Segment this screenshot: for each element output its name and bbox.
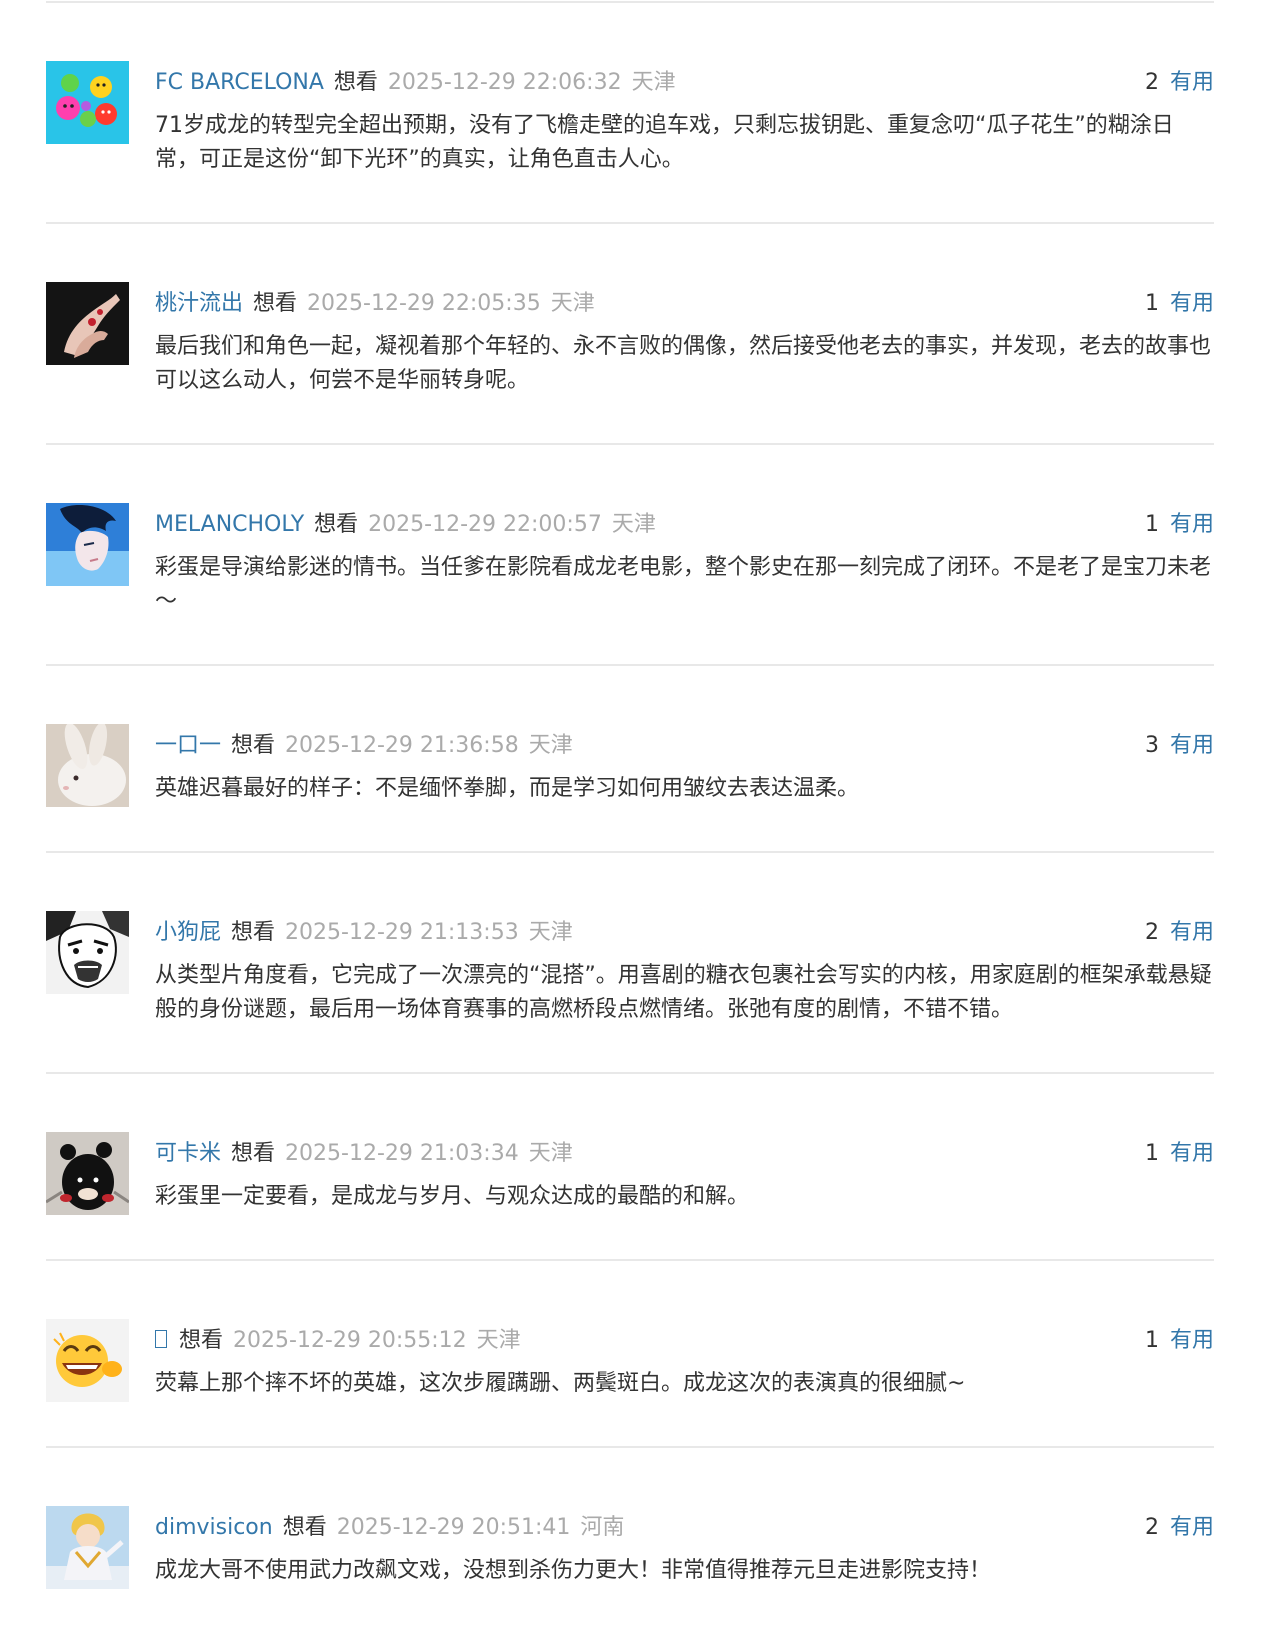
rating-label: 想看	[333, 70, 378, 95]
comment-location: 天津	[528, 1141, 573, 1166]
comment-text: 彩蛋里一定要看，是成龙与岁月、与观众达成的最酷的和解。	[155, 1184, 750, 1209]
black-bear-plush-avatar[interactable]	[46, 1132, 129, 1215]
manga-face-avatar[interactable]	[46, 911, 129, 994]
comment-item: FC BARCELONA 想看 2025-12-29 22:06:32 天津 2…	[46, 3, 1214, 224]
rating-label: 想看	[231, 733, 276, 758]
comment-time: 2025-12-29 22:00:57	[368, 512, 602, 537]
comment-location: 河南	[580, 1515, 625, 1540]
username-link[interactable]: FC BARCELONA	[155, 70, 324, 95]
comment-time: 2025-12-29 20:55:12	[233, 1328, 467, 1353]
useful-vote: 2 有用	[1145, 1510, 1214, 1546]
useful-count: 1	[1144, 291, 1159, 316]
useful-button[interactable]: 有用	[1170, 920, 1214, 945]
comment-item: 桃汁流出 想看 2025-12-29 22:05:35 天津 1 有用 最后我们…	[46, 224, 1214, 445]
comment-list: FC BARCELONA 想看 2025-12-29 22:06:32 天津 2…	[46, 0, 1214, 1633]
comment-text: 彩蛋是导演给影迷的情书。当任爹在影院看成龙老电影，整个影史在那一刻完成了闭环。不…	[155, 555, 1212, 614]
useful-count: 2	[1144, 1515, 1159, 1540]
comment-item: 可卡米 想看 2025-12-29 21:03:34 天津 1 有用 彩蛋里一定…	[46, 1074, 1214, 1261]
useful-button[interactable]: 有用	[1170, 291, 1214, 316]
useful-button[interactable]: 有用	[1170, 1515, 1214, 1540]
useful-vote: 2 有用	[1145, 65, 1214, 101]
useful-vote: 3 有用	[1145, 728, 1214, 764]
comment-text: 71岁成龙的转型完全超出预期，没有了飞檐走壁的追车戏，只剩忘拔钥匙、重复念叨“瓜…	[155, 113, 1174, 172]
username-link[interactable]: 小狗屁	[155, 920, 221, 945]
comment-time: 2025-12-29 21:03:34	[285, 1141, 519, 1166]
useful-vote: 2 有用	[1145, 915, 1214, 951]
useful-count: 2	[1144, 70, 1159, 95]
useful-button[interactable]: 有用	[1170, 733, 1214, 758]
comment-item: 想看 2025-12-29 20:55:12 天津 1 有用 荧幕上那个摔不坏的…	[46, 1261, 1214, 1448]
useful-button[interactable]: 有用	[1170, 512, 1214, 537]
useful-count: 1	[1144, 1328, 1159, 1353]
comment-text: 最后我们和角色一起，凝视着那个年轻的、永不言败的偶像，然后接受他老去的事实，并发…	[155, 334, 1212, 393]
comment-text: 荧幕上那个摔不坏的英雄，这次步履蹒跚、两鬓斑白。成龙这次的表演真的很细腻~	[155, 1371, 966, 1396]
useful-button[interactable]: 有用	[1170, 1141, 1214, 1166]
useful-vote: 1 有用	[1145, 1136, 1214, 1172]
comment-time: 2025-12-29 21:13:53	[285, 920, 519, 945]
laughing-emoji-avatar[interactable]	[46, 1319, 129, 1402]
anime-character-avatar[interactable]	[46, 1506, 129, 1589]
comment-location: 天津	[528, 733, 573, 758]
useful-count: 1	[1144, 1141, 1159, 1166]
username-link[interactable]: dimvisicon	[155, 1515, 273, 1540]
comment-item: 小狗屁 想看 2025-12-29 21:13:53 天津 2 有用 从类型片角…	[46, 853, 1214, 1074]
useful-button[interactable]: 有用	[1170, 1328, 1214, 1353]
white-rabbit-avatar[interactable]	[46, 724, 129, 807]
anime-boy-avatar[interactable]	[46, 503, 129, 586]
comment-time: 2025-12-29 22:05:35	[307, 291, 541, 316]
username-link[interactable]: 一口一	[155, 733, 221, 758]
useful-vote: 1 有用	[1145, 507, 1214, 543]
comment-location: 天津	[611, 512, 656, 537]
rating-label: 想看	[253, 291, 298, 316]
useful-button[interactable]: 有用	[1170, 70, 1214, 95]
comment-item: dimvisicon 想看 2025-12-29 20:51:41 河南 2 有…	[46, 1448, 1214, 1633]
rating-label: 想看	[231, 920, 276, 945]
hands-dark-avatar[interactable]	[46, 282, 129, 365]
rating-label: 想看	[179, 1328, 224, 1353]
username-link[interactable]: 桃汁流出	[155, 291, 243, 316]
comment-location: 天津	[476, 1328, 521, 1353]
comment-time: 2025-12-29 21:36:58	[285, 733, 519, 758]
useful-count: 3	[1144, 733, 1159, 758]
comment-location: 天津	[631, 70, 676, 95]
useful-count: 1	[1144, 512, 1159, 537]
username-link[interactable]: 可卡米	[155, 1141, 221, 1166]
comment-location: 天津	[550, 291, 595, 316]
comment-text: 英雄迟暮最好的样子：不是缅怀拳脚，而是学习如何用皱纹去表达温柔。	[155, 776, 860, 801]
comment-item: 一口一 想看 2025-12-29 21:36:58 天津 3 有用 英雄迟暮最…	[46, 666, 1214, 853]
comment-location: 天津	[528, 920, 573, 945]
colorful-balls-avatar[interactable]	[46, 61, 129, 144]
useful-vote: 1 有用	[1145, 1323, 1214, 1359]
comment-text: 从类型片角度看，它完成了一次漂亮的“混搭”。用喜剧的糖衣包裹社会写实的内核，用家…	[155, 963, 1212, 1022]
useful-count: 2	[1144, 920, 1159, 945]
rating-label: 想看	[231, 1141, 276, 1166]
comment-text: 成龙大哥不使用武力改飙文戏，没想到杀伤力更大！非常值得推荐元旦走进影院支持！	[155, 1558, 992, 1583]
useful-vote: 1 有用	[1145, 286, 1214, 322]
username-link[interactable]: MELANCHOLY	[155, 512, 304, 537]
comment-time: 2025-12-29 20:51:41	[336, 1515, 571, 1540]
comment-time: 2025-12-29 22:06:32	[387, 70, 622, 95]
rating-label: 想看	[282, 1515, 327, 1540]
unknown-glyph-icon	[155, 1330, 167, 1348]
rating-label: 想看	[314, 512, 359, 537]
comment-item: MELANCHOLY 想看 2025-12-29 22:00:57 天津 1 有…	[46, 445, 1214, 666]
